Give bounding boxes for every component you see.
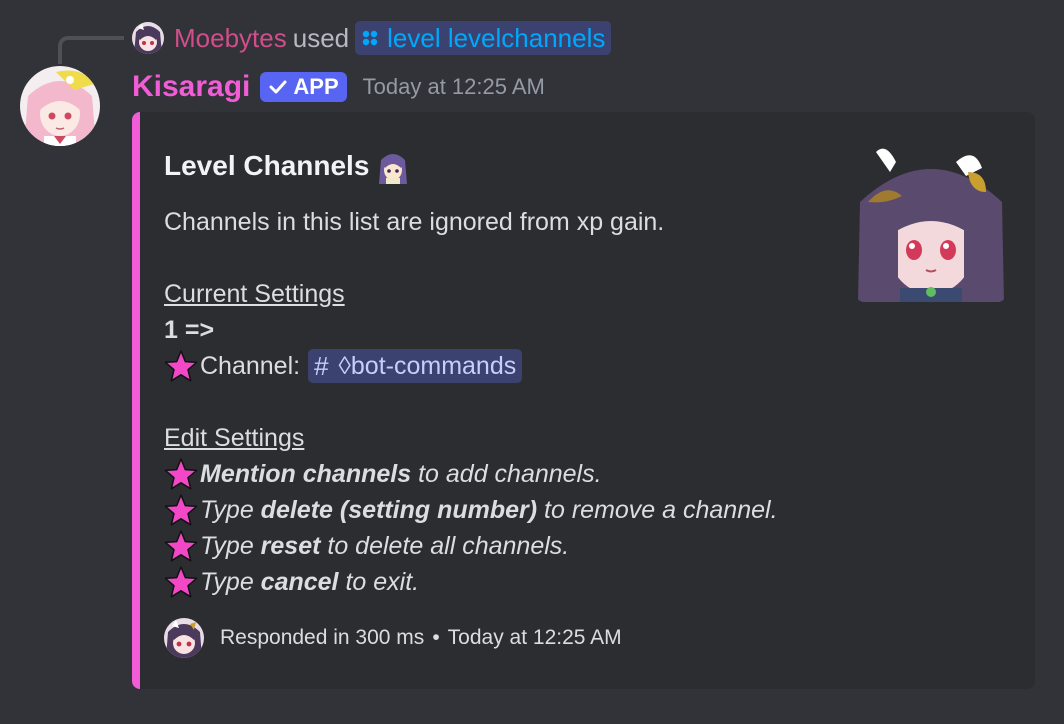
app-badge-label: APP (293, 74, 339, 99)
message-timestamp[interactable]: Today at 12:25 AM (363, 74, 545, 100)
current-settings-heading: Current Settings (164, 280, 345, 308)
instruction-prefix: Type (200, 496, 261, 524)
star-icon (164, 457, 198, 491)
description-text: Channels in this list are ignored from x… (164, 208, 665, 236)
embed-thumbnail[interactable] (856, 142, 1006, 302)
instruction-prefix: Type (200, 568, 261, 596)
command-mention[interactable]: level levelchannels (355, 21, 612, 55)
instruction-prefix: Type (200, 532, 261, 560)
footer-separator: • (432, 626, 440, 649)
instruction-text: to add channels. (411, 460, 602, 488)
channel-mention-name: ◊bot-commands (338, 352, 517, 380)
author-username[interactable]: Kisaragi (132, 70, 250, 104)
reply-user-avatar[interactable] (132, 22, 164, 54)
checkmark-icon (269, 80, 287, 94)
instruction-text: to remove a channel. (537, 496, 778, 524)
edit-settings-heading: Edit Settings (164, 424, 305, 452)
author-avatar[interactable] (20, 66, 100, 146)
reply-used-text: used (292, 22, 350, 53)
setting-entry-channel: Channel: # ◊bot-commands (164, 348, 834, 384)
star-icon (164, 493, 198, 527)
embed-footer: Responded in 300 ms • Today at 12:25 AM (164, 618, 622, 658)
footer-timestamp: Today at 12:25 AM (447, 626, 622, 649)
app-badge: APP (260, 72, 347, 102)
instruction-keyword: reset (260, 532, 321, 560)
edit-instruction: Mention channels​ to add channels. (164, 456, 834, 492)
command-label: level levelchannels (387, 22, 606, 53)
channel-mention[interactable]: # ◊bot-commands (308, 349, 523, 383)
edit-instruction: Type cancel to exit. (164, 564, 834, 600)
embed: Level Channels Channels in this list are… (132, 112, 1035, 689)
message-header: Kisaragi APP Today at 12:25 AM (132, 68, 545, 106)
footer-avatar (164, 618, 204, 658)
embed-title: Level Channels (164, 148, 411, 184)
embed-description: Channels in this list are ignored from x… (164, 204, 834, 600)
channel-label: Channel: (200, 352, 301, 380)
instruction-text: to exit. (338, 568, 420, 596)
instruction-keyword: Mention channels (200, 460, 412, 488)
instruction-keyword: cancel (260, 568, 339, 596)
reply-context[interactable]: Moebytes used level levelchannels (132, 20, 612, 56)
edit-instruction: Type delete (setting number) to remove a… (164, 492, 834, 528)
edit-instruction: Type reset to delete all channels. (164, 528, 834, 564)
star-icon (164, 349, 198, 383)
footer-responded: Responded in 300 ms (220, 626, 425, 649)
instruction-keyword: delete (setting number) (260, 496, 538, 524)
reply-connector (58, 36, 124, 64)
channel-hash-icon: # (314, 351, 329, 381)
embed-title-text: Level Channels (164, 150, 370, 181)
reply-username[interactable]: Moebytes (174, 23, 287, 54)
instruction-text: to delete all channels. (320, 532, 570, 560)
anime-girl-emoji-icon (379, 154, 408, 184)
setting-entry-number: 1 => (164, 316, 215, 344)
star-icon (164, 565, 198, 599)
apps-icon (361, 29, 379, 47)
star-icon (164, 529, 198, 563)
